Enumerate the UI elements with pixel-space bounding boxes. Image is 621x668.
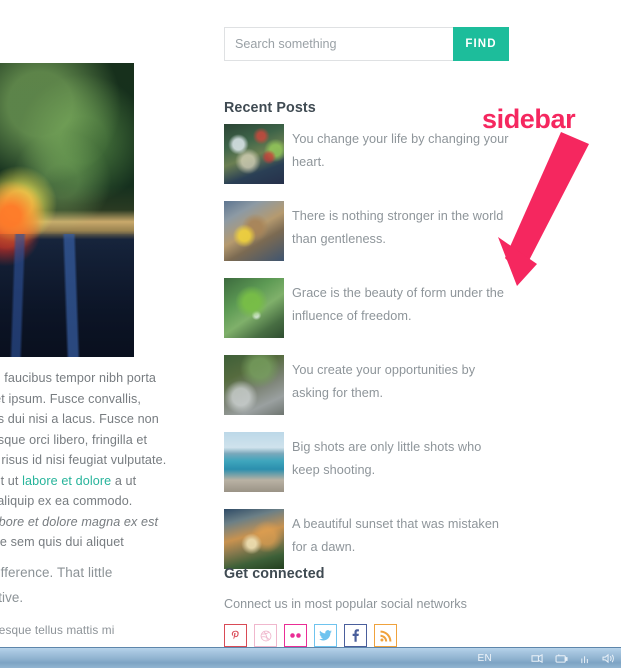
rss-icon[interactable] [374, 624, 397, 647]
post-thumbnail-4[interactable] [224, 355, 284, 415]
post-link-4[interactable]: You create your opportunities by asking … [292, 359, 510, 405]
flickr-icon[interactable] [284, 624, 307, 647]
article-paragraph-2: big difference. That little negative. [0, 565, 113, 605]
list-item[interactable]: You change your life by changing your he… [224, 124, 511, 189]
find-button[interactable]: FIND [453, 27, 509, 61]
list-item[interactable]: Big shots are only little shots who keep… [224, 432, 511, 497]
get-connected-subtitle: Connect us in most popular social networ… [224, 597, 467, 611]
post-link-2[interactable]: There is nothing stronger in the world t… [292, 205, 510, 251]
post-thumbnail-2[interactable] [224, 201, 284, 261]
system-tray: EN [478, 653, 621, 664]
article-column: s nulla, faucibus tempor nibh porta sit … [0, 0, 200, 647]
social-links [224, 624, 397, 647]
post-thumbnail-3[interactable] [224, 278, 284, 338]
post-link-1[interactable]: You change your life by changing your he… [292, 128, 510, 174]
facebook-icon[interactable] [344, 624, 367, 647]
recent-posts-list: You change your life by changing your he… [224, 124, 511, 586]
post-thumbnail-5[interactable] [224, 432, 284, 492]
article-italic-phrase: labore et dolore magna ex est [0, 514, 159, 529]
post-thumbnail-1[interactable] [224, 124, 284, 184]
volume-icon[interactable] [580, 653, 591, 664]
speaker-icon[interactable] [602, 653, 615, 664]
list-item[interactable]: A beautiful sunset that was mistaken for… [224, 509, 511, 574]
screen: s nulla, faucibus tempor nibh porta sit … [0, 0, 621, 668]
article-paragraph-1-text-c: s ornare sem quis dui aliquet [0, 535, 124, 549]
language-indicator[interactable]: EN [478, 653, 493, 664]
article-inline-link[interactable]: labore et dolore [22, 474, 111, 488]
post-link-6[interactable]: A beautiful sunset that was mistaken for… [292, 513, 510, 559]
taskbar[interactable]: EN [0, 647, 621, 668]
post-thumbnail-6[interactable] [224, 509, 284, 569]
post-link-3[interactable]: Grace is the beauty of form under the in… [292, 282, 510, 328]
sidebar: FIND Recent Posts You change your life b… [224, 0, 511, 647]
search-input[interactable] [224, 27, 453, 61]
article-hero-image [0, 63, 134, 357]
pinterest-icon[interactable] [224, 624, 247, 647]
article-paragraph-3: ellentesque tellus mattis mi [0, 623, 115, 637]
web-page: s nulla, faucibus tempor nibh porta sit … [0, 0, 621, 647]
battery-icon[interactable] [555, 653, 569, 664]
network-icon[interactable] [531, 653, 544, 664]
article-paragraph-1: s nulla, faucibus tempor nibh porta sit … [0, 368, 200, 553]
list-item[interactable]: There is nothing stronger in the world t… [224, 201, 511, 266]
search-widget: FIND [224, 27, 509, 61]
list-item[interactable]: Grace is the beauty of form under the in… [224, 278, 511, 343]
get-connected-title: Get connected [224, 566, 325, 582]
dribbble-icon[interactable] [254, 624, 277, 647]
twitter-icon[interactable] [314, 624, 337, 647]
article-paragraph-1-text-a: s nulla, faucibus tempor nibh porta sit … [0, 371, 167, 488]
recent-posts-title: Recent Posts [224, 100, 316, 116]
list-item[interactable]: You create your opportunities by asking … [224, 355, 511, 420]
post-link-5[interactable]: Big shots are only little shots who keep… [292, 436, 510, 482]
